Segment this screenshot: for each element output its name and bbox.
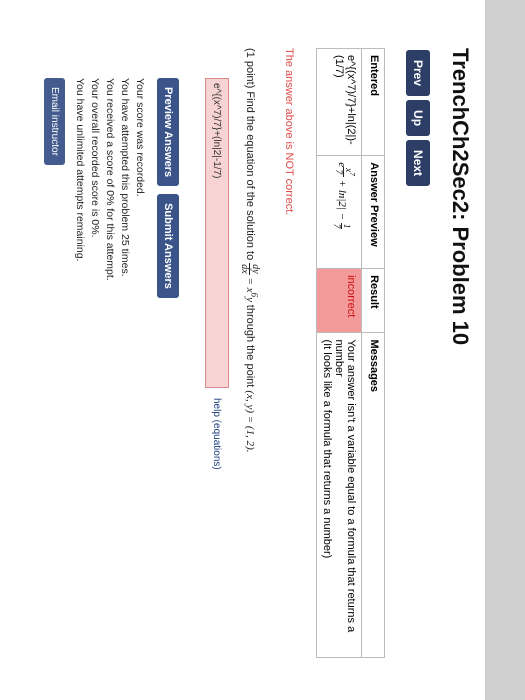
problem-statement: (1 point) Find the equation of the solut… [239, 48, 261, 648]
differential-equation: dy dx = x6y [239, 263, 261, 305]
score-summary: Your score was recorded. You have attemp… [72, 78, 147, 281]
header-result: Result [361, 268, 385, 333]
message-line: Your answer isn't a variable equal to a … [333, 339, 357, 633]
problem-text-after: through the point [243, 304, 256, 388]
submit-buttons: Preview Answers Submit Answers [157, 78, 179, 298]
answer-preview-math: e x7 7 + ln|2| − 17 [332, 162, 357, 230]
up-button[interactable]: Up [406, 100, 430, 137]
preview-answers-button[interactable]: Preview Answers [157, 78, 179, 187]
message-line: (It looks like a formula that returns a … [321, 339, 333, 559]
header-answer-preview: Answer Preview [361, 155, 385, 269]
results-header-row: Entered Answer Preview Result Messages [361, 48, 385, 658]
score-line: You received a score of 0% for this atte… [104, 78, 116, 281]
prev-button[interactable]: Prev [406, 50, 430, 97]
webwork-page: TrenchCh2Sec2: Problem 10 Prev Up Next E… [0, 0, 485, 700]
answer-row: help (equations) [205, 78, 229, 470]
results-row: e^{(x^7)/7}+ln|(2|)-(1/7) e x7 7 + ln|2| −… [316, 48, 362, 658]
problem-text-before: Find the equation of the solution to [243, 91, 256, 261]
result-cell: incorrect [316, 268, 362, 333]
entered-cell: e^{(x^7)/7}+ln|(2|)-(1/7) [316, 48, 362, 156]
problem-points: (1 point) [243, 48, 256, 89]
next-button[interactable]: Next [406, 140, 430, 187]
score-line: You have unlimited attempts remaining. [74, 78, 86, 262]
page-title: TrenchCh2Sec2: Problem 10 [448, 48, 473, 346]
problem-point: (x, y) = (1, 2). [243, 390, 256, 453]
answer-input[interactable] [205, 78, 229, 388]
results-table: Entered Answer Preview Result Messages e… [316, 48, 385, 658]
problem-nav: Prev Up Next [406, 50, 430, 187]
messages-cell: Your answer isn't a variable equal to a … [316, 332, 362, 658]
answer-preview-cell: e x7 7 + ln|2| − 17 [316, 155, 362, 269]
email-instructor-button[interactable]: Email instructor [44, 78, 65, 165]
header-entered: Entered [361, 48, 385, 156]
header-messages: Messages [361, 332, 385, 658]
score-line: Your overall recorded score is 0%. [89, 78, 101, 238]
score-line: Your score was recorded. [134, 78, 146, 197]
score-line: You have attempted this problem 25 times… [119, 78, 131, 277]
help-equations-link[interactable]: help (equations) [212, 398, 223, 470]
submit-answers-button[interactable]: Submit Answers [157, 194, 179, 298]
incorrect-notice: The answer above is NOT correct. [283, 48, 295, 216]
